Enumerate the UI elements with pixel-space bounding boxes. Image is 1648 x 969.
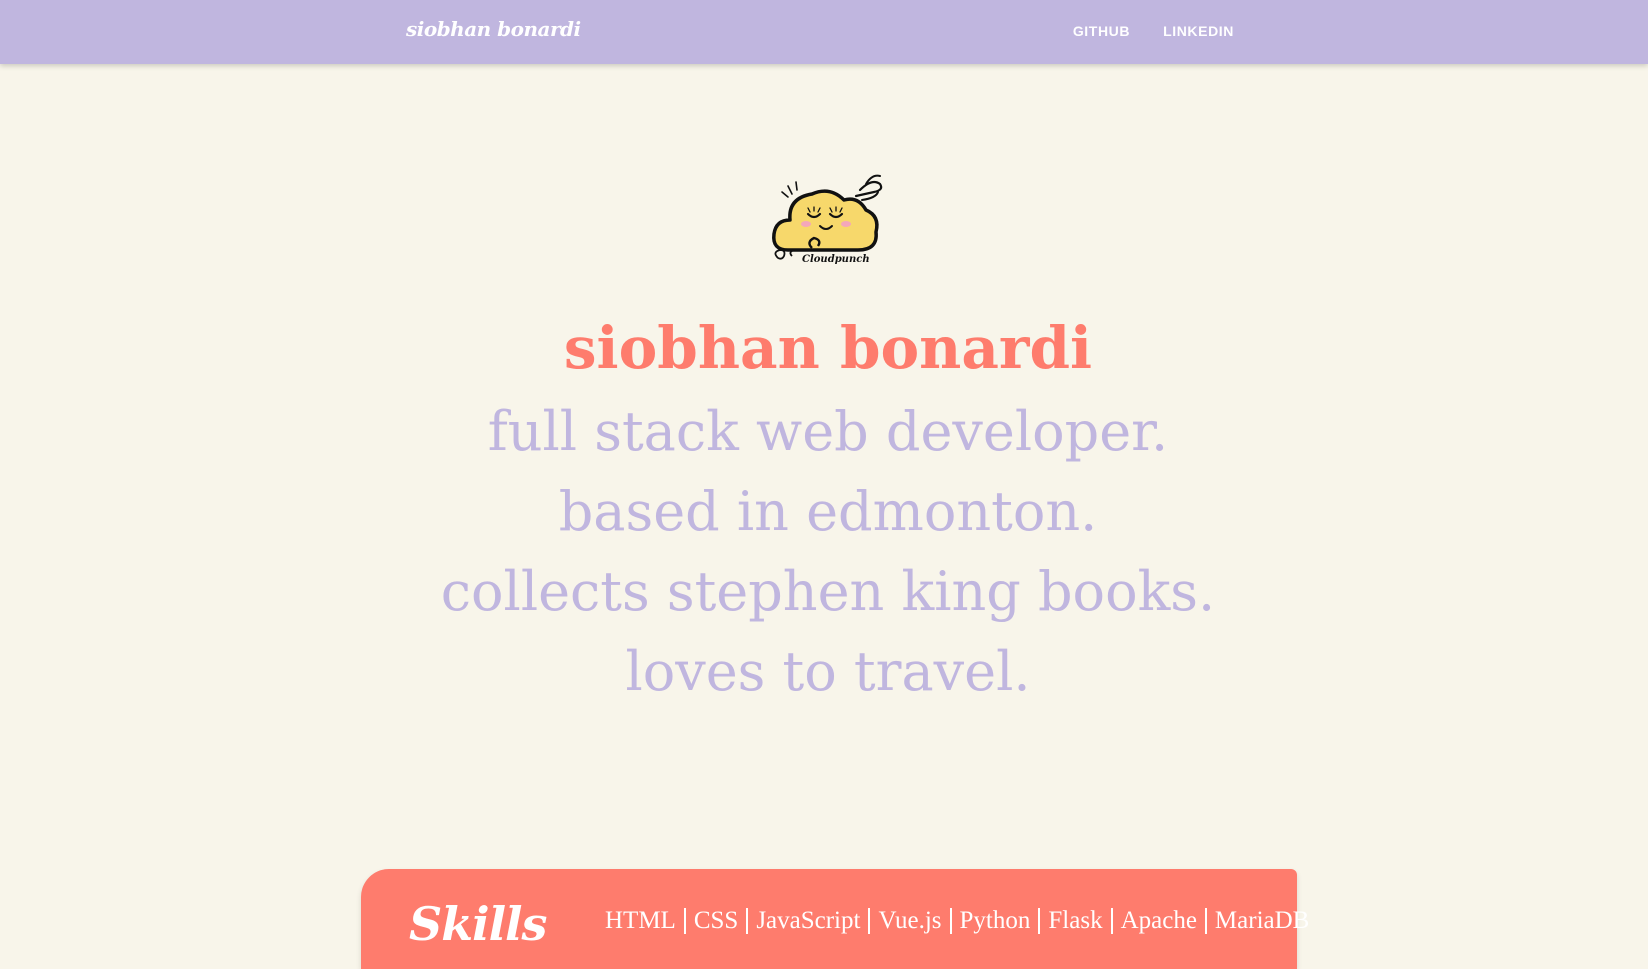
skill-item: CSS: [693, 907, 739, 934]
skills-list: HTML CSS JavaScript Vue.js Python Flask …: [605, 907, 1309, 935]
skill-separator: [949, 908, 952, 934]
skill-separator: [868, 908, 871, 934]
navbar: siobhan bonardi GITHUB LINKEDIN: [0, 0, 1648, 64]
skill-separator: [1038, 908, 1041, 934]
tagline-role: full stack web developer.: [487, 400, 1169, 463]
linkedin-link[interactable]: LINKEDIN: [1163, 23, 1234, 39]
skill-item: Flask: [1048, 907, 1103, 934]
skill-item: HTML: [605, 907, 676, 934]
nav-links: GITHUB LINKEDIN: [1073, 23, 1234, 39]
skills-title: Skills: [409, 897, 547, 951]
skill-item: Apache: [1120, 907, 1197, 934]
skill-item: Vue.js: [878, 907, 942, 934]
skill-item: JavaScript: [756, 907, 861, 934]
skill-separator: [683, 908, 686, 934]
github-link[interactable]: GITHUB: [1073, 23, 1130, 39]
hero-name: siobhan bonardi: [563, 314, 1093, 382]
cloud-face-logo: Cloudpunch: [768, 170, 890, 270]
logo-wordmark: Cloudpunch: [802, 254, 870, 265]
brand-link[interactable]: siobhan bonardi: [406, 17, 581, 41]
skill-item: MariaDB: [1214, 907, 1310, 934]
skills-card: Skills HTML CSS JavaScript Vue.js Python…: [361, 869, 1309, 969]
cloud-icon: Cloudpunch: [772, 174, 883, 265]
skill-separator: [746, 908, 749, 934]
taglines: full stack web developer. based in edmon…: [0, 392, 1648, 712]
skill-separator: [1110, 908, 1113, 934]
tagline-hobby: collects stephen king books.: [440, 560, 1216, 623]
skill-separator: [1204, 908, 1207, 934]
tagline-location: based in edmonton.: [558, 480, 1098, 543]
skill-item: Python: [959, 907, 1031, 934]
tagline-travel: loves to travel.: [625, 640, 1031, 703]
